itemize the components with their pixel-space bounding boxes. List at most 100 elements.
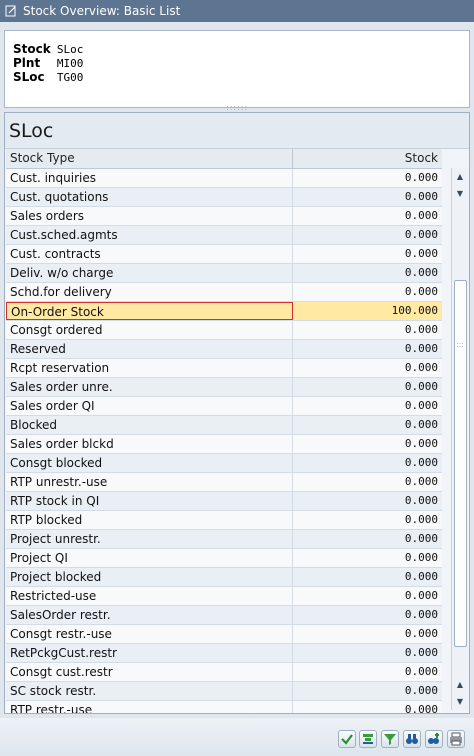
cell-stock-type[interactable]: RTP unrestr.-use <box>6 473 293 491</box>
scroll-down-icon[interactable]: ▲ <box>452 676 468 692</box>
table-row[interactable]: On-Order Stock 100.000 <box>6 302 442 321</box>
table-row[interactable]: Consgt restr.-use 0.000 <box>6 625 442 644</box>
cell-stock-type[interactable]: RetPckgCust.restr <box>6 644 293 662</box>
cell-stock-quantity[interactable]: 0.000 <box>293 701 442 713</box>
cell-stock-quantity[interactable]: 0.000 <box>293 283 442 301</box>
splitter-handle[interactable]: :::::: <box>226 104 247 112</box>
cell-stock-type[interactable]: Sales order QI <box>6 397 293 415</box>
cell-stock-quantity[interactable]: 0.000 <box>293 530 442 548</box>
cell-stock-quantity[interactable]: 0.000 <box>293 549 442 567</box>
cell-stock-type[interactable]: Consgt ordered <box>6 321 293 339</box>
cell-stock-type[interactable]: Sales orders <box>6 207 293 225</box>
confirm-button[interactable] <box>338 730 356 748</box>
cell-stock-type[interactable]: RTP blocked <box>6 511 293 529</box>
cell-stock-type[interactable]: Deliv. w/o charge <box>6 264 293 282</box>
vertical-scrollbar[interactable]: ▲ ▼ ··· ··· ▲ ▼ <box>451 168 468 710</box>
cell-stock-type[interactable]: Consgt restr.-use <box>6 625 293 643</box>
table-row[interactable]: Cust. quotations 0.000 <box>6 188 442 207</box>
cell-stock-quantity[interactable]: 0.000 <box>293 606 442 624</box>
scrollbar-thumb[interactable] <box>454 280 467 647</box>
table-row[interactable]: Schd.for delivery 0.000 <box>6 283 442 302</box>
table-row[interactable]: RTP stock in QI 0.000 <box>6 492 442 511</box>
table-row[interactable]: SC stock restr. 0.000 <box>6 682 442 701</box>
cell-stock-quantity[interactable]: 0.000 <box>293 169 442 187</box>
table-row[interactable]: Cust.sched.agmts 0.000 <box>6 226 442 245</box>
scroll-up-icon[interactable]: ▼ <box>452 185 468 201</box>
cell-stock-quantity[interactable]: 0.000 <box>293 226 442 244</box>
cell-stock-quantity[interactable]: 0.000 <box>293 568 442 586</box>
find-next-button[interactable] <box>425 730 443 748</box>
table-row[interactable]: Sales orders 0.000 <box>6 207 442 226</box>
table-row[interactable]: Project unrestr. 0.000 <box>6 530 442 549</box>
table-row[interactable]: Sales order QI 0.000 <box>6 397 442 416</box>
scroll-bottom-icon[interactable]: ▼ <box>452 693 468 709</box>
table-row[interactable]: RetPckgCust.restr 0.000 <box>6 644 442 663</box>
table-row[interactable]: Consgt ordered 0.000 <box>6 321 442 340</box>
cell-stock-type[interactable]: Blocked <box>6 416 293 434</box>
cell-stock-type[interactable]: RTP restr.-use <box>6 701 293 713</box>
cell-stock-quantity[interactable]: 0.000 <box>293 682 442 700</box>
table-row[interactable]: Cust. inquiries 0.000 <box>6 169 442 188</box>
scroll-top-icon[interactable]: ▲ <box>452 168 468 184</box>
cell-stock-quantity[interactable]: 0.000 <box>293 473 442 491</box>
cell-stock-quantity[interactable]: 0.000 <box>293 340 442 358</box>
cell-stock-quantity[interactable]: 0.000 <box>293 264 442 282</box>
cell-stock-quantity[interactable]: 0.000 <box>293 416 442 434</box>
cell-stock-quantity[interactable]: 0.000 <box>293 454 442 472</box>
table-row[interactable]: Restricted-use 0.000 <box>6 587 442 606</box>
expand-button[interactable] <box>359 730 377 748</box>
cell-stock-quantity[interactable]: 0.000 <box>293 378 442 396</box>
cell-stock-type[interactable]: RTP stock in QI <box>6 492 293 510</box>
cell-stock-type[interactable]: Cust. contracts <box>6 245 293 263</box>
table-row[interactable]: RTP restr.-use 0.000 <box>6 701 442 713</box>
cell-stock-type[interactable]: Project unrestr. <box>6 530 293 548</box>
table-row[interactable]: Reserved 0.000 <box>6 340 442 359</box>
cell-stock-type[interactable]: Project blocked <box>6 568 293 586</box>
cell-stock-quantity[interactable]: 0.000 <box>293 397 442 415</box>
cell-stock-type[interactable]: Schd.for delivery <box>6 283 293 301</box>
filter-button[interactable] <box>381 730 399 748</box>
cell-stock-quantity[interactable]: 0.000 <box>293 321 442 339</box>
table-row[interactable]: SalesOrder restr. 0.000 <box>6 606 442 625</box>
table-row[interactable]: RTP blocked 0.000 <box>6 511 442 530</box>
cell-stock-type[interactable]: Project QI <box>6 549 293 567</box>
cell-stock-type[interactable]: Consgt cust.restr <box>6 663 293 681</box>
cell-stock-type[interactable]: Sales order unre. <box>6 378 293 396</box>
cell-stock-type[interactable]: Cust.sched.agmts <box>6 226 293 244</box>
cell-stock-type[interactable]: Consgt blocked <box>6 454 293 472</box>
cell-stock-quantity[interactable]: 100.000 <box>293 302 442 320</box>
table-row[interactable]: Sales order unre. 0.000 <box>6 378 442 397</box>
table-row[interactable]: Project blocked 0.000 <box>6 568 442 587</box>
table-row[interactable]: Project QI 0.000 <box>6 549 442 568</box>
cell-stock-type[interactable]: Reserved <box>6 340 293 358</box>
cell-stock-type[interactable]: Cust. inquiries <box>6 169 293 187</box>
cell-stock-type[interactable]: SC stock restr. <box>6 682 293 700</box>
cell-stock-quantity[interactable]: 0.000 <box>293 587 442 605</box>
cell-stock-quantity[interactable]: 0.000 <box>293 663 442 681</box>
cell-stock-quantity[interactable]: 0.000 <box>293 359 442 377</box>
cell-stock-quantity[interactable]: 0.000 <box>293 625 442 643</box>
find-button[interactable] <box>403 730 421 748</box>
cell-stock-type[interactable]: Restricted-use <box>6 587 293 605</box>
cell-stock-type[interactable]: On-Order Stock <box>6 302 293 320</box>
table-row[interactable]: Cust. contracts 0.000 <box>6 245 442 264</box>
cell-stock-type[interactable]: Sales order blckd <box>6 435 293 453</box>
print-button[interactable] <box>447 730 465 748</box>
table-row[interactable]: RTP unrestr.-use 0.000 <box>6 473 442 492</box>
cell-stock-type[interactable]: SalesOrder restr. <box>6 606 293 624</box>
table-row[interactable]: Blocked 0.000 <box>6 416 442 435</box>
column-header-stock-type[interactable]: Stock Type <box>6 149 293 168</box>
column-header-stock[interactable]: Stock <box>293 149 442 168</box>
cell-stock-quantity[interactable]: 0.000 <box>293 644 442 662</box>
cell-stock-quantity[interactable]: 0.000 <box>293 207 442 225</box>
cell-stock-quantity[interactable]: 0.000 <box>293 435 442 453</box>
cell-stock-quantity[interactable]: 0.000 <box>293 492 442 510</box>
cell-stock-quantity[interactable]: 0.000 <box>293 511 442 529</box>
cell-stock-quantity[interactable]: 0.000 <box>293 245 442 263</box>
table-row[interactable]: Deliv. w/o charge 0.000 <box>6 264 442 283</box>
cell-stock-type[interactable]: Cust. quotations <box>6 188 293 206</box>
table-row[interactable]: Rcpt reservation 0.000 <box>6 359 442 378</box>
table-row[interactable]: Sales order blckd 0.000 <box>6 435 442 454</box>
table-row[interactable]: Consgt blocked 0.000 <box>6 454 442 473</box>
cell-stock-quantity[interactable]: 0.000 <box>293 188 442 206</box>
